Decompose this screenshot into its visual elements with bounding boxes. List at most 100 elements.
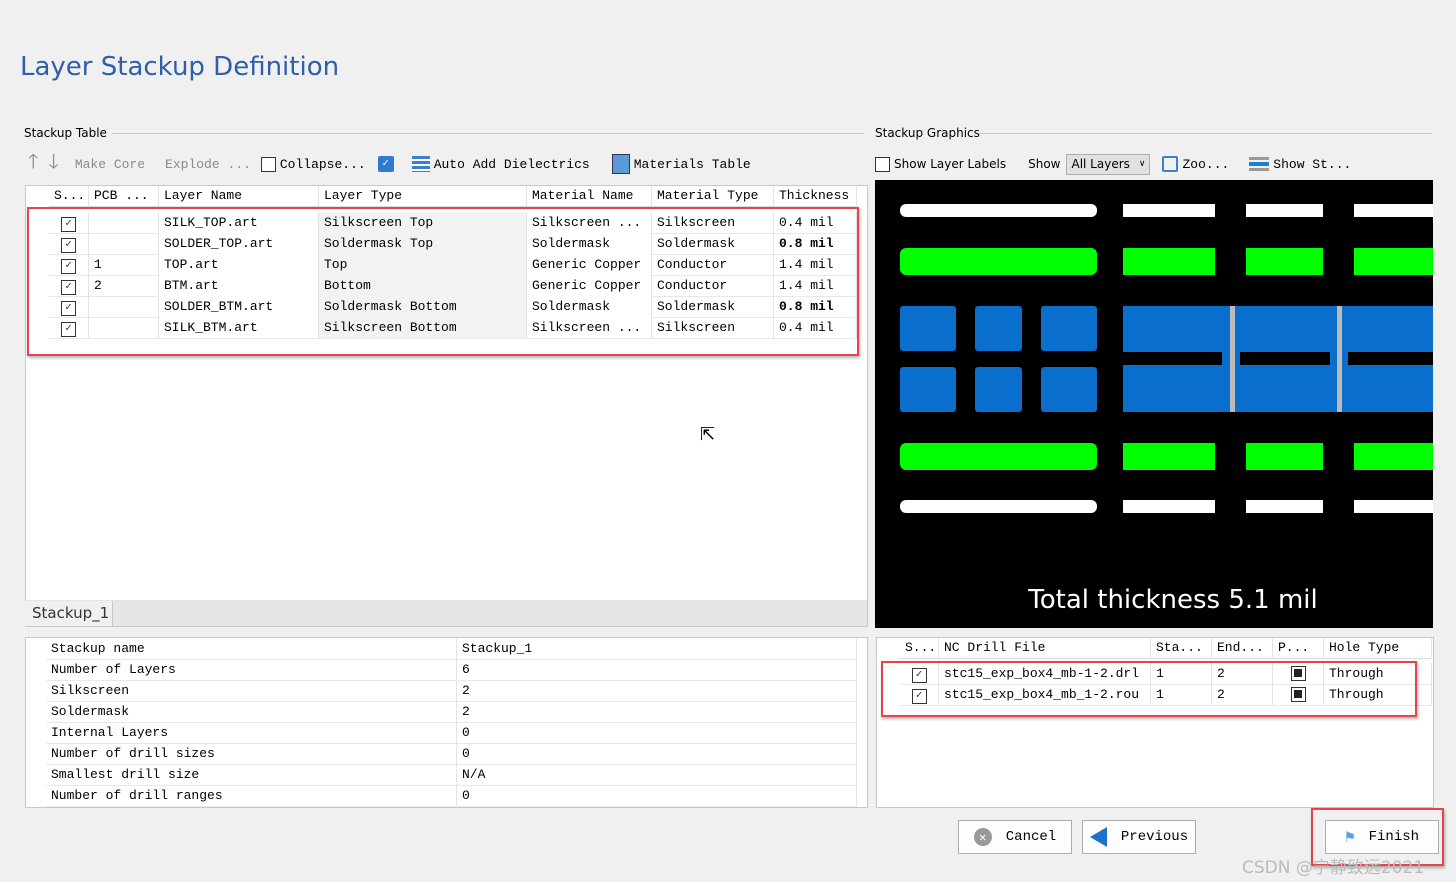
divider <box>112 133 864 134</box>
col-header[interactable]: Material Type <box>652 186 774 206</box>
collapse-label: Collapse... <box>279 156 366 172</box>
silkscreen-top-shape <box>1246 204 1323 217</box>
divider <box>980 133 1432 134</box>
zoom-button[interactable]: Zoo... <box>1182 157 1229 172</box>
stackup-graphics-canvas: Total thickness 5.1 mil <box>875 180 1433 628</box>
show-layer-labels-label: Show Layer Labels <box>894 157 1007 171</box>
cancel-button[interactable]: ✕ Cancel <box>958 820 1072 854</box>
col-header[interactable]: Sta... <box>1151 638 1212 658</box>
col-header[interactable]: Material Name <box>527 186 652 206</box>
silkscreen-top-shape <box>1354 204 1433 217</box>
col-header[interactable]: Layer Type <box>319 186 527 206</box>
move-up-icon[interactable]: 🡑 <box>28 147 38 181</box>
silkscreen-bottom-shape <box>1123 500 1215 513</box>
col-header[interactable]: PCB ... <box>89 186 159 206</box>
property-row: Smallest drill size N/A <box>46 764 857 786</box>
collapse-checkbox[interactable] <box>260 156 276 172</box>
soldermask-bottom-shape <box>1123 443 1215 470</box>
previous-button[interactable]: Previous <box>1082 820 1196 854</box>
silkscreen-bottom-shape <box>900 500 1097 513</box>
soldermask-bottom-shape <box>1246 443 1323 470</box>
via-shape <box>1230 306 1235 412</box>
property-row: Soldermask 2 <box>46 701 857 723</box>
stackup-graphics-label: Stackup Graphics <box>875 126 980 140</box>
property-row: Silkscreen 2 <box>46 680 857 702</box>
stackup-table-label: Stackup Table <box>24 126 107 140</box>
make-core-button[interactable]: Make Core <box>75 157 145 172</box>
col-header[interactable]: Hole Type <box>1324 638 1432 658</box>
col-header[interactable]: P... <box>1273 638 1324 658</box>
col-header[interactable]: NC Drill File <box>939 638 1151 658</box>
tab-stackup-1[interactable]: Stackup_1 <box>25 601 113 626</box>
property-value: Stackup_1 <box>457 638 857 659</box>
col-header[interactable]: Layer Name <box>159 186 319 206</box>
silkscreen-top-shape <box>900 204 1097 217</box>
property-value: 0 <box>457 785 857 806</box>
total-thickness: Total thickness 5.1 mil <box>1028 585 1318 615</box>
soldermask-top-shape <box>1354 248 1433 275</box>
previous-label: Previous <box>1120 829 1189 845</box>
property-value: 0 <box>457 722 857 743</box>
property-row: Internal Layers 0 <box>46 722 857 744</box>
property-name: Silkscreen <box>46 680 457 701</box>
gap-shape <box>1123 352 1222 365</box>
materials-table-button[interactable]: Materials Table <box>634 157 751 172</box>
copper-pad-shape <box>1041 306 1097 351</box>
highlight-box <box>27 207 859 356</box>
back-arrow-icon <box>1089 827 1107 847</box>
cancel-label: Cancel <box>1005 829 1057 845</box>
property-row: Number of drill ranges 0 <box>46 785 857 807</box>
property-row: Stackup name Stackup_1 <box>46 638 857 660</box>
col-header[interactable]: End... <box>1212 638 1273 658</box>
gap-shape <box>1240 352 1330 365</box>
col-header[interactable]: Thickness <box>774 186 857 206</box>
property-name: Stackup name <box>46 638 457 659</box>
move-down-icon[interactable]: 🡓 <box>48 147 58 181</box>
property-value: N/A <box>457 764 857 785</box>
property-row: Number of Layers 6 <box>46 659 857 681</box>
copper-pad-shape <box>1041 367 1097 412</box>
property-name: Number of drill sizes <box>46 743 457 764</box>
show-layers-select[interactable]: All Layers ∨ <box>1066 153 1151 175</box>
show-label: Show <box>1028 157 1061 171</box>
page-title: Layer Stackup Definition <box>20 52 340 82</box>
soldermask-bottom-shape <box>900 443 1097 470</box>
auto-add-dielectrics-button[interactable]: Auto Add Dielectrics <box>434 157 590 172</box>
col-header[interactable]: S... <box>49 186 89 206</box>
silkscreen-top-shape <box>1123 204 1215 217</box>
cancel-icon: ✕ <box>973 828 992 846</box>
soldermask-top-shape <box>1246 248 1323 275</box>
property-name: Internal Layers <box>46 722 457 743</box>
soldermask-bottom-shape <box>1354 443 1433 470</box>
explode-button[interactable]: Explode ... <box>165 157 251 172</box>
copper-pad-shape <box>900 367 956 412</box>
via-shape <box>1337 306 1342 412</box>
highlight-box <box>881 661 1417 717</box>
dielectrics-icon <box>411 156 430 172</box>
show-stackup-icon <box>1249 157 1270 171</box>
watermark: CSDN @宁静致远2021 <box>1242 858 1425 878</box>
mouse-cursor-icon: ⇱ <box>700 424 716 445</box>
check-icon[interactable]: ✓ <box>377 156 394 172</box>
property-name: Number of drill ranges <box>46 785 457 806</box>
select-value: All Layers <box>1071 157 1130 171</box>
silkscreen-bottom-shape <box>1246 500 1323 513</box>
property-value: 0 <box>457 743 857 764</box>
copper-pad-shape <box>975 306 1022 351</box>
property-name: Smallest drill size <box>46 764 457 785</box>
soldermask-top-shape <box>1123 248 1215 275</box>
copper-pad-shape <box>975 367 1022 412</box>
show-layer-labels-checkbox[interactable] <box>875 156 890 172</box>
property-value: 2 <box>457 680 857 701</box>
zoom-icon <box>1162 156 1179 172</box>
gap-shape <box>1348 352 1433 365</box>
properties-table: Stackup name Stackup_1 Number of Layers 6 Si… <box>25 637 868 808</box>
materials-table-icon <box>611 154 630 174</box>
soldermask-top-shape <box>900 248 1097 275</box>
show-stackup-button[interactable]: Show St... <box>1273 157 1351 172</box>
property-value: 2 <box>457 701 857 722</box>
chevron-down-icon: ∨ <box>1138 159 1146 169</box>
col-header[interactable]: S... <box>900 638 939 658</box>
silkscreen-bottom-shape <box>1354 500 1433 513</box>
property-row: Number of drill sizes 0 <box>46 743 857 765</box>
